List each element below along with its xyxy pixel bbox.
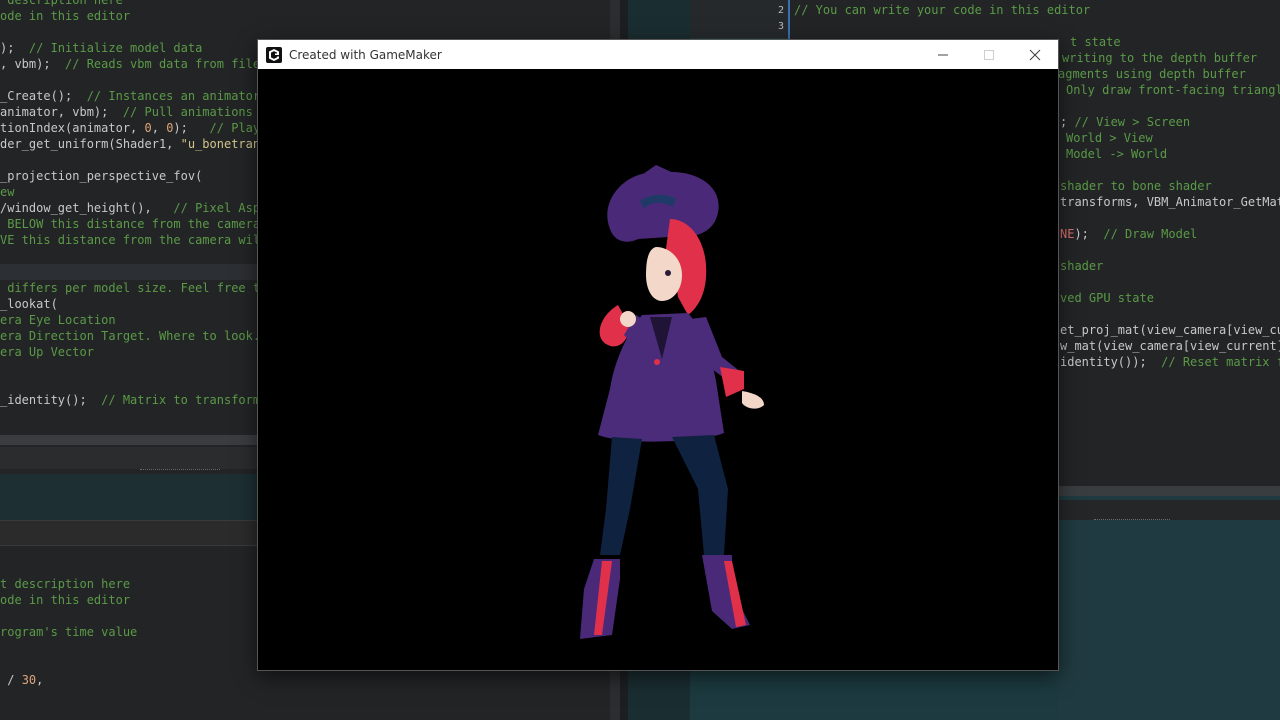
code-line: t state — [1070, 35, 1121, 49]
line-number-gutter — [690, 0, 788, 38]
left-panel-header — [0, 474, 258, 520]
maximize-icon — [984, 49, 994, 60]
code-line: et_proj_mat(view_camera[view_cur — [1060, 323, 1280, 337]
code-line: _lookat( — [0, 297, 58, 311]
code-line: tionIndex(animator, 0, 0); // Play — [0, 121, 261, 135]
code-line: ); // Initialize model data — [0, 41, 203, 55]
code-line: writing to the depth buffer — [1062, 51, 1258, 65]
code-line: t description here — [0, 577, 131, 591]
character-model — [580, 165, 764, 639]
code-line: _identity(); // Matrix to transform m — [0, 393, 275, 407]
code-line: era Eye Location — [0, 313, 116, 327]
code-line: / 30, — [0, 673, 44, 687]
splitter-grip[interactable] — [140, 469, 220, 473]
minimize-button[interactable] — [920, 40, 966, 69]
code-line: w_mat(view_camera[view_current] — [1060, 339, 1280, 353]
gutter-divider — [788, 0, 790, 40]
code-line: VE this distance from the camera will — [0, 233, 268, 247]
code-line: transforms, VBM_Animator_GetMat4 — [1060, 195, 1280, 209]
left-event-tab-bar[interactable] — [0, 520, 258, 546]
window-titlebar[interactable]: Created with GameMaker — [258, 40, 1058, 69]
left-leg — [600, 437, 642, 555]
code-line: era Up Vector — [0, 345, 94, 359]
right-leg — [672, 435, 728, 555]
game-render-canvas[interactable] — [258, 69, 1058, 670]
code-line: ew — [0, 185, 15, 199]
code-line: agments using depth buffer — [1058, 67, 1246, 81]
code-line: der_get_uniform(Shader1, "u_bonetransf — [0, 137, 275, 151]
right-editor-scrollbar[interactable] — [1058, 486, 1280, 496]
code-line: , vbm); // Reads vbm data from file — [0, 57, 261, 71]
right-splitter-grip[interactable] — [1094, 519, 1170, 523]
code-line: ; // View > Screen — [1060, 115, 1191, 129]
code-line: _projection_perspective_fov( — [0, 169, 203, 183]
code-line: description here — [0, 0, 123, 7]
code-line: Only draw front-facing triangle — [1066, 83, 1280, 97]
code-line: rogram's time value — [0, 625, 138, 639]
right-cuff — [720, 367, 744, 397]
code-line: Model -> World — [1066, 147, 1168, 161]
code-line: /window_get_height(), // Pixel Asp — [0, 201, 261, 215]
code-line: differs per model size. Feel free to — [0, 281, 268, 295]
code-line: animator, vbm); // Pull animations a — [0, 105, 268, 119]
code-line: shader to bone shader — [1060, 179, 1212, 193]
code-line: BELOW this distance from the camera — [0, 217, 261, 231]
close-icon — [1029, 49, 1041, 60]
maximize-button[interactable] — [966, 40, 1012, 69]
left-panel-scrollbar[interactable] — [0, 435, 258, 445]
line-number: 3 — [778, 21, 785, 32]
line-number: 2 — [778, 5, 785, 16]
minimize-icon — [938, 54, 948, 55]
code-line: World > View — [1066, 131, 1153, 145]
code-line: shader — [1060, 259, 1104, 273]
window-title: Created with GameMaker — [289, 47, 442, 62]
code-line: ode in this editor — [0, 9, 131, 23]
close-button[interactable] — [1012, 40, 1058, 69]
code-line: // You can write your code in this edito… — [794, 3, 1091, 17]
left-panel-splitter[interactable] — [0, 447, 258, 469]
code-line: _Create(); // Instances an animator — [0, 89, 261, 103]
code-line: era Direction Target. Where to look. — [0, 329, 261, 343]
code-line: identity()); // Reset matrix fo — [1060, 355, 1280, 369]
right-panel-splitter[interactable] — [1058, 500, 1280, 520]
code-line: ved GPU state — [1060, 291, 1154, 305]
right-glove — [742, 391, 764, 409]
gamemaker-logo-icon — [266, 46, 282, 63]
gamemaker-game-window[interactable]: Created with GameMaker — [258, 40, 1058, 670]
code-line: ode in this editor — [0, 593, 131, 607]
code-line: NE); // Draw Model — [1060, 227, 1198, 241]
